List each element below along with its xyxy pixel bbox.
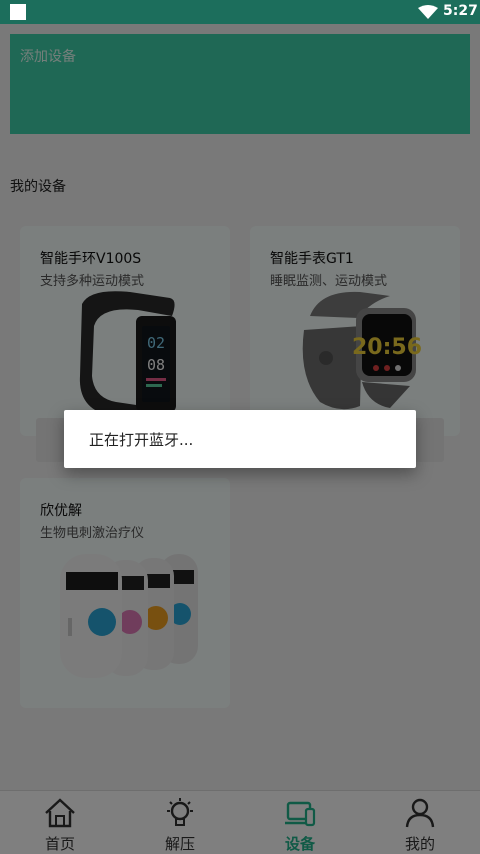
dialog-message: 正在打开蓝牙... <box>89 431 194 449</box>
wifi-icon <box>418 5 438 19</box>
bluetooth-progress-dialog: 正在打开蓝牙... <box>64 410 416 468</box>
notification-square-icon <box>10 4 26 20</box>
status-bar: 5:27 <box>0 0 480 24</box>
status-time: 5:27 <box>443 3 478 19</box>
